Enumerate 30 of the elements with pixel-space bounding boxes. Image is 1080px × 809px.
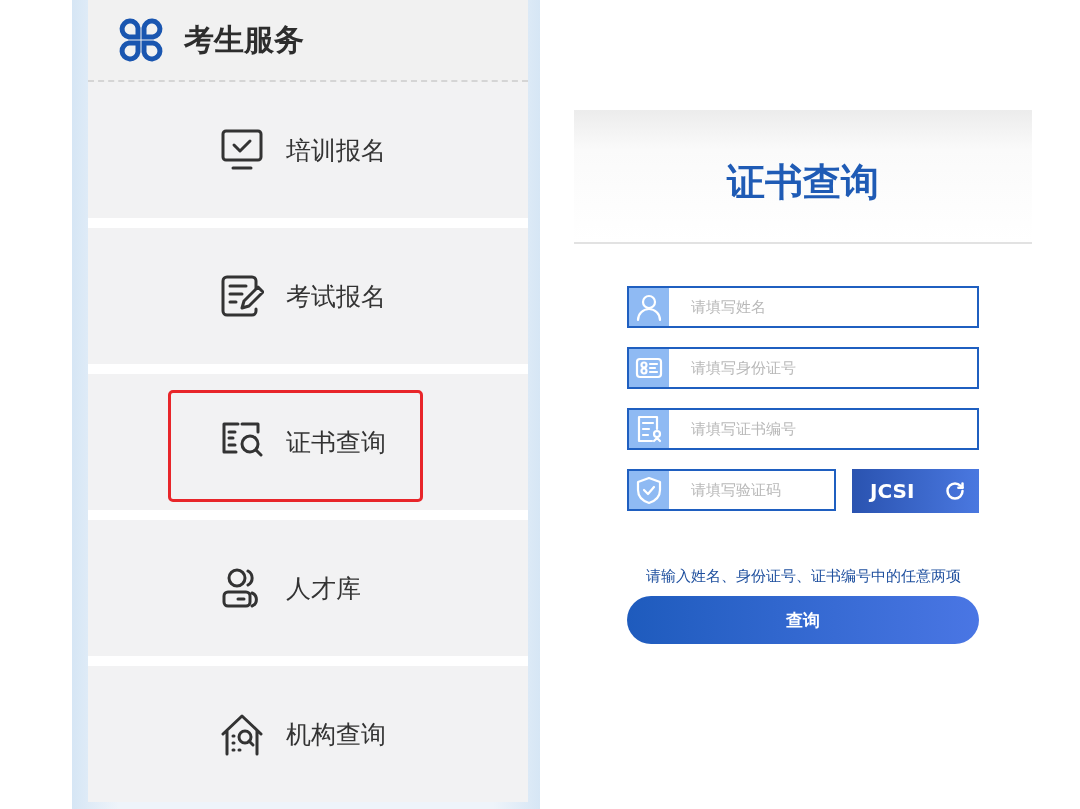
sidebar-title: 考生服务 bbox=[184, 20, 304, 59]
captcha-button[interactable]: JCSI bbox=[852, 469, 979, 513]
sidebar-item[interactable]: 培训报名 bbox=[88, 82, 528, 218]
edit-document-icon bbox=[220, 274, 264, 318]
monitor-check-icon bbox=[220, 128, 264, 172]
text-input[interactable]: 请填写证书编号 bbox=[669, 410, 977, 448]
sidebar-item-label: 人才库 bbox=[286, 572, 362, 605]
clover-logo-icon bbox=[118, 17, 164, 63]
person-icon bbox=[634, 292, 664, 322]
hint-text: 请输入姓名、身份证号、证书编号中的任意两项 bbox=[645, 567, 961, 586]
input-field[interactable]: 请填写身份证号 bbox=[627, 347, 979, 389]
input-field[interactable]: 请填写姓名 bbox=[627, 286, 979, 328]
sidebar-item[interactable]: 机构查询 bbox=[88, 666, 528, 802]
text-input[interactable]: 请填写姓名 bbox=[669, 288, 977, 326]
shield-check-icon bbox=[634, 475, 664, 505]
sidebar-item[interactable]: 考试报名 bbox=[88, 228, 528, 364]
refresh-icon bbox=[945, 481, 965, 501]
sidebar-item-label: 考试报名 bbox=[286, 280, 387, 313]
input-field[interactable]: 请填写证书编号 bbox=[627, 408, 979, 450]
sidebar-item-label: 证书查询 bbox=[286, 426, 387, 459]
text-input[interactable]: 请填写身份证号 bbox=[669, 349, 977, 387]
text-input[interactable]: 请填写验证码 bbox=[669, 471, 834, 509]
sidebar-item-label: 机构查询 bbox=[286, 718, 387, 751]
form-title: 证书查询 bbox=[727, 158, 879, 206]
sidebar-item[interactable]: 人才库 bbox=[88, 520, 528, 656]
house-search-icon bbox=[220, 712, 264, 756]
submit-button[interactable]: 查询 bbox=[627, 596, 979, 644]
sidebar-item[interactable]: 证书查询 bbox=[88, 374, 528, 510]
sidebar-item-label: 培训报名 bbox=[286, 134, 387, 167]
input-field[interactable]: 请填写验证码 bbox=[627, 469, 836, 511]
